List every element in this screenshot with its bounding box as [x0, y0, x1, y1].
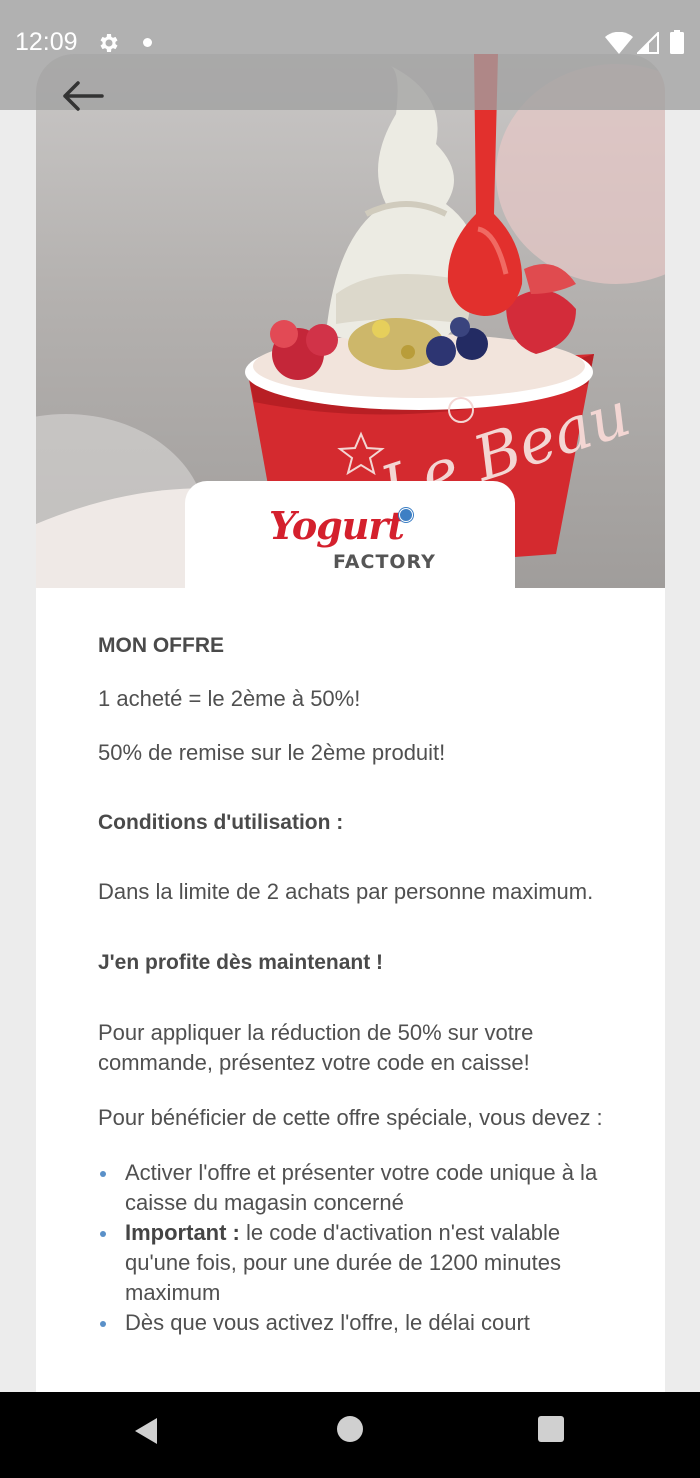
hero-image: Le Beau Yogurt FACTORY: [36, 54, 665, 588]
gear-icon: [100, 34, 118, 52]
dot-icon: [143, 38, 152, 47]
wifi-icon: [605, 32, 633, 54]
steps-intro: Pour bénéficier de cette offre spéciale,…: [98, 1105, 603, 1130]
battery-icon: [670, 30, 684, 54]
navigation-bar: [0, 1392, 700, 1478]
offer-title: MON OFFRE: [98, 634, 224, 657]
offer-content: MON OFFRE 1 acheté = le 2ème à 50%! 50% …: [98, 634, 608, 1338]
arrow-left-icon: [63, 81, 104, 111]
signal-icon: [637, 32, 659, 54]
offer-card: Le Beau Yogurt FACTORY MON OFFRE 1 achet…: [36, 54, 665, 1454]
list-item: Dès que vous activez l'offre, le délai c…: [98, 1308, 608, 1338]
offer-deal-detail: 50% de remise sur le 2ème produit!: [98, 740, 446, 765]
logo-script: Yogurt: [269, 503, 405, 548]
cta-title: J'en profite dès maintenant !: [98, 951, 384, 974]
nav-home-icon[interactable]: [337, 1416, 363, 1442]
back-button[interactable]: [56, 74, 108, 118]
logo-sub: FACTORY: [333, 551, 436, 573]
brand-logo: Yogurt FACTORY: [185, 481, 515, 588]
list-item: Activer l'offre et présenter votre code …: [98, 1158, 608, 1218]
conditions-title: Conditions d'utilisation :: [98, 811, 344, 834]
steps-list: Activer l'offre et présenter votre code …: [98, 1158, 608, 1338]
logo-mark-icon: [399, 508, 413, 522]
nav-back-icon[interactable]: [133, 1416, 159, 1446]
cta-text: Pour appliquer la réduction de 50% sur v…: [98, 1020, 534, 1075]
conditions-text: Dans la limite de 2 achats par personne …: [98, 879, 594, 904]
offer-deal: 1 acheté = le 2ème à 50%!: [98, 686, 361, 711]
status-time: 12:09: [15, 28, 78, 56]
nav-recents-icon[interactable]: [538, 1416, 564, 1442]
list-item: Important : le code d'activation n'est v…: [98, 1218, 608, 1308]
